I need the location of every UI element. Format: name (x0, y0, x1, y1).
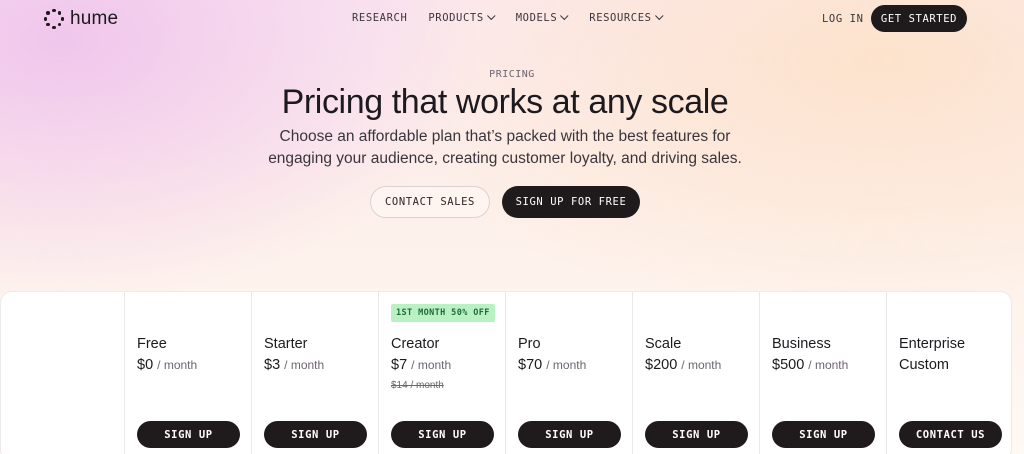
nav-link-models[interactable]: MODELS (515, 11, 569, 24)
plan-name: Scale (645, 336, 682, 352)
login-link[interactable]: LOG IN (822, 13, 864, 25)
price-period: / month (546, 358, 587, 372)
page-title: Pricing that works at any scale (281, 83, 729, 121)
plan-name: Business (772, 336, 831, 352)
chevron-down-icon (654, 11, 664, 21)
subtitle-line: engaging your audience, creating custome… (268, 150, 742, 167)
page-subtitle: Choose an affordable plan that’s packed … (0, 126, 1010, 170)
signup-business-button[interactable]: SIGN UP (772, 421, 875, 448)
top-nav: hume RESEARCH PRODUCTS MODELS RESOURCES … (0, 0, 1024, 38)
nav-link-products[interactable]: PRODUCTS (428, 11, 496, 24)
price-period: / month (808, 358, 849, 372)
plan-column-creator: 1ST MONTH 50% OFF Creator $7 / month $14… (378, 292, 505, 454)
signup-pro-button[interactable]: SIGN UP (518, 421, 621, 448)
signup-creator-button[interactable]: SIGN UP (391, 421, 494, 448)
plan-price: $3 / month (264, 357, 324, 373)
price-period: / month (681, 358, 722, 372)
price-period: / month (284, 358, 325, 372)
plan-name: Free (137, 336, 167, 352)
chevron-down-icon (560, 11, 569, 21)
nav-link-research[interactable]: RESEARCH (352, 12, 407, 24)
plan-price: $0 / month (137, 357, 197, 373)
plan-price: Custom (899, 357, 949, 373)
get-started-button[interactable]: GET STARTED (871, 5, 967, 32)
chevron-down-icon (486, 11, 496, 21)
plan-name: Enterprise (899, 336, 966, 352)
plan-column-scale: Scale $200 / month SIGN UP (632, 292, 759, 454)
price-period: / month (411, 358, 452, 372)
nav-link-label: RESOURCES (589, 12, 652, 24)
nav-link-resources[interactable]: RESOURCES (589, 11, 664, 24)
price-amount: $200 (645, 357, 678, 373)
price-amount: Custom (899, 357, 949, 373)
plan-price: $7 / month (391, 357, 451, 373)
plan-column-pro: Pro $70 / month SIGN UP (505, 292, 632, 454)
plan-price: $200 / month (645, 357, 721, 373)
nav-link-label: MODELS (515, 12, 558, 24)
plan-column-free: Free $0 / month SIGN UP (124, 292, 251, 454)
plan-price: $70 / month (518, 357, 586, 373)
price-period: / month (157, 358, 198, 372)
price-amount: $3 (264, 357, 281, 373)
plan-column-enterprise: Enterprise Custom CONTACT US (886, 292, 1011, 454)
promo-badge: 1ST MONTH 50% OFF (391, 304, 495, 322)
plan-column-business: Business $500 / month SIGN UP (759, 292, 886, 454)
hume-logo-icon (44, 9, 64, 29)
logo-text: hume (70, 8, 119, 29)
contact-sales-button[interactable]: CONTACT SALES (370, 186, 490, 218)
plan-name: Creator (391, 336, 440, 352)
price-amount: $0 (137, 357, 154, 373)
nav-links: RESEARCH PRODUCTS MODELS RESOURCES (352, 11, 664, 24)
pricing-table: Free $0 / month SIGN UP Starter $3 / mon… (0, 291, 1012, 454)
hume-logo[interactable]: hume (44, 8, 118, 30)
signup-starter-button[interactable]: SIGN UP (264, 421, 367, 448)
contact-us-button[interactable]: CONTACT US (899, 421, 1002, 448)
price-amount: $500 (772, 357, 805, 373)
signup-free-button[interactable]: SIGN UP FOR FREE (502, 186, 640, 218)
plan-name: Pro (518, 336, 541, 352)
pricing-eyebrow: PRICING (489, 69, 535, 80)
plan-name: Starter (264, 336, 308, 352)
subtitle-line: Choose an affordable plan that’s packed … (279, 128, 731, 145)
plan-price: $500 / month (772, 357, 848, 373)
signup-free-plan-button[interactable]: SIGN UP (137, 421, 240, 448)
nav-link-label: PRODUCTS (428, 12, 484, 24)
original-price: $14 / month (391, 380, 444, 391)
price-amount: $7 (391, 357, 408, 373)
signup-scale-button[interactable]: SIGN UP (645, 421, 748, 448)
nav-link-label: RESEARCH (352, 12, 408, 24)
price-amount: $70 (518, 357, 543, 373)
plan-column-starter: Starter $3 / month SIGN UP (251, 292, 378, 454)
